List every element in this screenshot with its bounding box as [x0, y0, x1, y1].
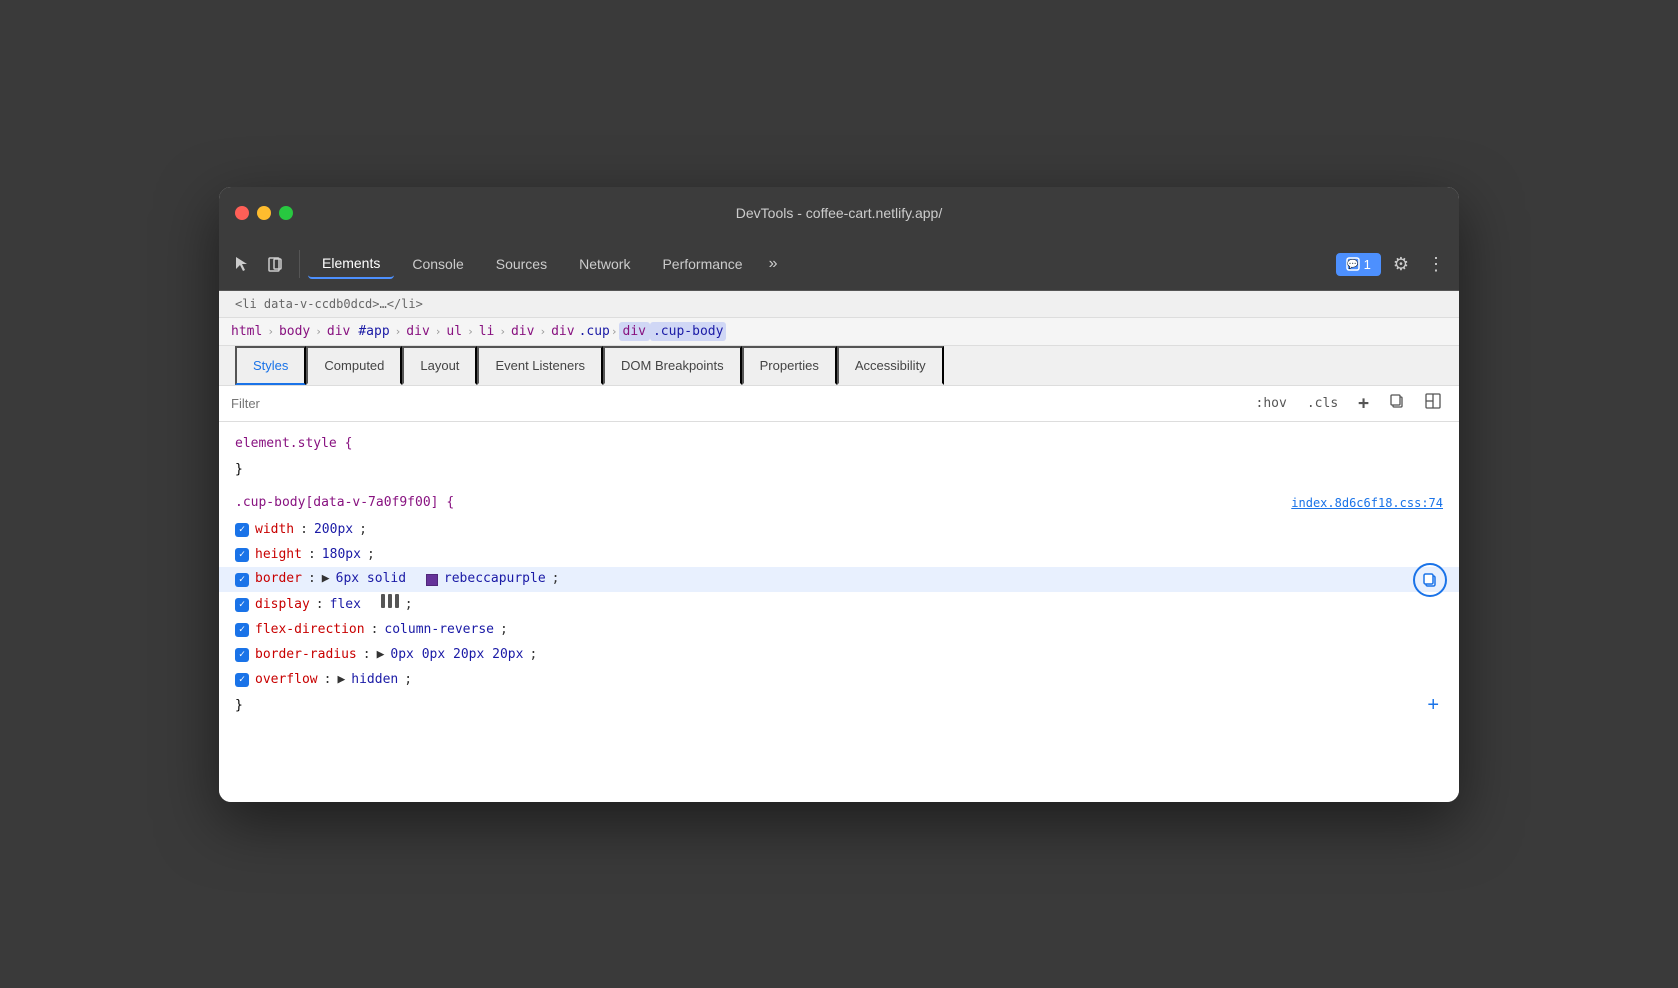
border-radius-expand-arrow[interactable]: ▶: [377, 645, 385, 666]
tab-performance[interactable]: Performance: [648, 250, 756, 278]
subtab-event-listeners[interactable]: Event Listeners: [477, 346, 603, 385]
cup-body-rule-closing: } +: [219, 692, 1459, 719]
subtab-styles[interactable]: Styles: [235, 346, 306, 385]
subtab-computed[interactable]: Computed: [306, 346, 402, 385]
more-menu-button[interactable]: ⋮: [1421, 250, 1451, 279]
subtab-properties[interactable]: Properties: [742, 346, 837, 385]
prop-border-radius-row: border-radius : ▶ 0px 0px 20px 20px ;: [219, 643, 1459, 668]
maximize-button[interactable]: [279, 206, 293, 220]
breadcrumb-div-cup-body[interactable]: div: [619, 322, 650, 341]
prop-height-checkbox[interactable]: [235, 548, 249, 562]
titlebar: DevTools - coffee-cart.netlify.app/: [219, 187, 1459, 239]
breadcrumb-div2[interactable]: div: [507, 322, 538, 341]
prop-border-row: border : ▶ 6px solid rebeccapurple ;: [219, 567, 1459, 592]
prop-width-name: width: [255, 520, 294, 541]
prop-border-radius-checkbox[interactable]: [235, 648, 249, 662]
breadcrumb-div-cup[interactable]: div: [547, 322, 578, 341]
prop-flex-direction-value: column-reverse: [384, 620, 494, 641]
breadcrumb-div[interactable]: div: [402, 322, 433, 341]
breadcrumb: html › body › div#app › div › ul › li › …: [219, 318, 1459, 346]
prop-border-radius-name: border-radius: [255, 645, 357, 666]
prop-border-checkbox[interactable]: [235, 573, 249, 587]
dom-selected-bar: <li data-v-ccdb0dcd>…</li>: [219, 291, 1459, 318]
breadcrumb-div-app[interactable]: div: [323, 322, 354, 341]
prop-display-checkbox[interactable]: [235, 598, 249, 612]
hov-button[interactable]: :hov: [1250, 393, 1293, 414]
prop-height-row: height : 180px ;: [219, 543, 1459, 568]
overflow-expand-arrow[interactable]: ▶: [337, 670, 345, 691]
prop-flex-direction-name: flex-direction: [255, 620, 365, 641]
prop-height-name: height: [255, 545, 302, 566]
element-style-rule: element.style {: [219, 430, 1459, 459]
dom-selected-element: <li data-v-ccdb0dcd>…</li>: [235, 297, 423, 311]
svg-text:💬: 💬: [1347, 258, 1358, 269]
prop-display-name: display: [255, 595, 310, 616]
breadcrumb-ul[interactable]: ul: [442, 322, 466, 341]
prop-flex-direction-checkbox[interactable]: [235, 623, 249, 637]
traffic-lights: [235, 206, 293, 220]
prop-border-color: rebeccapurple: [444, 569, 546, 590]
prop-overflow-name: overflow: [255, 670, 318, 691]
border-color-swatch[interactable]: [426, 574, 438, 586]
filter-actions: :hov .cls +: [1250, 390, 1447, 417]
cup-body-selector: .cup-body[data-v-7a0f9f00] {: [235, 493, 454, 514]
layout-panel-button[interactable]: [1419, 390, 1447, 416]
breadcrumb-li[interactable]: li: [475, 322, 499, 341]
prop-border-name: border: [255, 569, 302, 590]
add-rule-button[interactable]: +: [1423, 694, 1443, 717]
toolbar-right: 💬 1 ⚙ ⋮: [1336, 250, 1451, 279]
prop-width-checkbox[interactable]: [235, 523, 249, 537]
prop-overflow-checkbox[interactable]: [235, 673, 249, 687]
cursor-icon-button[interactable]: [227, 249, 257, 279]
element-style-closing: }: [219, 458, 1459, 489]
filter-input[interactable]: [231, 396, 1242, 411]
prop-border-value: 6px solid: [336, 569, 406, 590]
prop-width-row: width : 200px ;: [219, 518, 1459, 543]
window-title: DevTools - coffee-cart.netlify.app/: [736, 205, 942, 221]
prop-display-value: flex: [330, 595, 361, 616]
prop-border-radius-value: 0px 0px 20px 20px: [390, 645, 523, 666]
device-toggle-button[interactable]: [261, 249, 291, 279]
tab-network[interactable]: Network: [565, 250, 644, 278]
copy-style-button[interactable]: [1383, 390, 1411, 416]
prop-height-value: 180px: [322, 545, 361, 566]
subtab-layout[interactable]: Layout: [402, 346, 477, 385]
prop-width-value: 200px: [314, 520, 353, 541]
breadcrumb-app-id[interactable]: #app: [354, 322, 393, 341]
tab-console[interactable]: Console: [398, 250, 477, 278]
issues-count: 1: [1364, 257, 1371, 272]
prop-flex-direction-row: flex-direction : column-reverse ;: [219, 618, 1459, 643]
devtools-window: DevTools - coffee-cart.netlify.app/ Elem…: [219, 187, 1459, 802]
tab-sources[interactable]: Sources: [482, 250, 561, 278]
prop-display-row: display : flex ;: [219, 592, 1459, 618]
more-tabs-button[interactable]: »: [761, 249, 786, 279]
subtab-accessibility[interactable]: Accessibility: [837, 346, 944, 385]
toolbar-divider: [299, 250, 300, 278]
close-button[interactable]: [235, 206, 249, 220]
flex-icon[interactable]: [381, 594, 399, 616]
tab-elements[interactable]: Elements: [308, 249, 394, 279]
subtab-dom-breakpoints[interactable]: DOM Breakpoints: [603, 346, 742, 385]
toolbar: Elements Console Sources Network Perform…: [219, 239, 1459, 291]
prop-overflow-row: overflow : ▶ hidden ;: [219, 668, 1459, 693]
filter-bar: :hov .cls +: [219, 386, 1459, 422]
breadcrumb-html[interactable]: html: [227, 322, 266, 341]
prop-overflow-value: hidden: [351, 670, 398, 691]
border-expand-arrow[interactable]: ▶: [322, 569, 330, 590]
cup-body-rule-header: .cup-body[data-v-7a0f9f00] { index.8d6c6…: [219, 489, 1459, 518]
element-style-selector: element.style {: [235, 436, 352, 451]
file-link[interactable]: index.8d6c6f18.css:74: [1291, 494, 1443, 513]
minimize-button[interactable]: [257, 206, 271, 220]
styles-subtabs: Styles Computed Layout Event Listeners D…: [219, 346, 1459, 386]
add-style-button[interactable]: +: [1352, 390, 1375, 417]
cls-button[interactable]: .cls: [1301, 393, 1344, 414]
issues-badge-button[interactable]: 💬 1: [1336, 253, 1381, 276]
breadcrumb-body[interactable]: body: [275, 322, 314, 341]
styles-panel: element.style { } .cup-body[data-v-7a0f9…: [219, 422, 1459, 802]
settings-button[interactable]: ⚙: [1387, 250, 1415, 279]
